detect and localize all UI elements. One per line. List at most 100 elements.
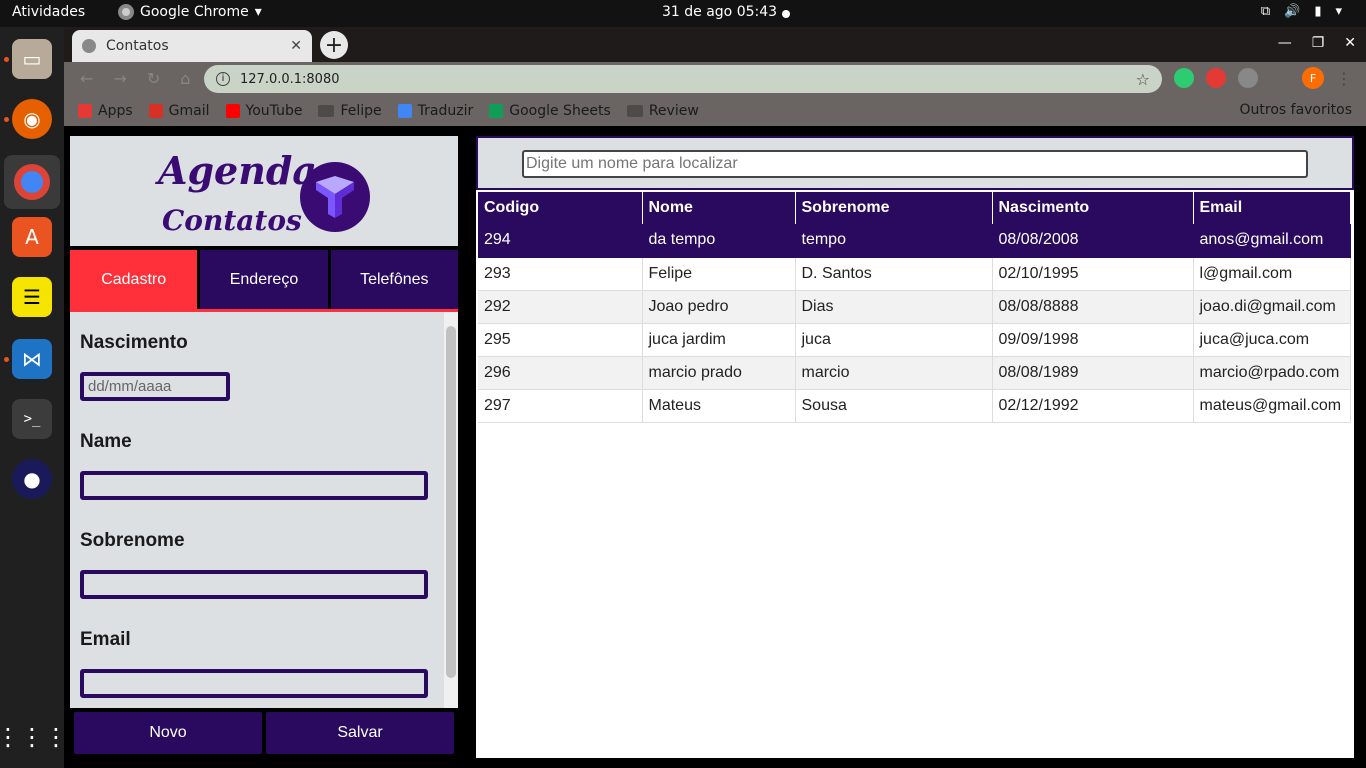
tab-telefones[interactable]: Telefônes [330, 250, 458, 309]
cell-sobrenome: tempo [795, 224, 993, 258]
table-header-row: Codigo Nome Sobrenome Nascimento Email [478, 192, 1351, 224]
info-icon[interactable]: i [216, 72, 230, 86]
star-icon[interactable]: ☆ [1136, 70, 1150, 89]
dock: ▭ ◉ A ☰ ⋈ >_ ● ⋮⋮⋮ [0, 27, 68, 768]
eyedropper-extension-icon[interactable] [1238, 68, 1258, 88]
form-tabs: Cadastro Endereço Telefônes [70, 250, 458, 312]
clock[interactable]: 31 de ago 05:43 [662, 4, 777, 20]
back-icon[interactable]: ← [80, 69, 93, 88]
cell-nome: Joao pedro [642, 290, 796, 324]
vscode-icon[interactable]: ⋈ [12, 339, 52, 379]
reload-icon[interactable]: ↻ [147, 69, 160, 88]
search-input[interactable] [522, 150, 1308, 178]
cell-sobrenome: Dias [795, 290, 993, 324]
bookmark-google-sheets[interactable]: Google Sheets [489, 103, 611, 119]
forward-icon[interactable]: → [113, 69, 126, 88]
running-indicator [4, 117, 9, 122]
bookmark-apps[interactable]: Apps [78, 103, 133, 119]
other-bookmarks[interactable]: Outros favoritos [1232, 102, 1353, 118]
notes-icon[interactable]: ☰ [12, 277, 52, 317]
app-menu-label: Google Chrome [140, 4, 249, 20]
scrollbar-thumb[interactable] [446, 326, 456, 678]
adblock-extension-icon[interactable] [1206, 68, 1226, 88]
show-apps-icon[interactable]: ⋮⋮⋮ [0, 717, 68, 757]
tab-title: Contatos [106, 38, 169, 54]
table-row[interactable]: 293 Felipe D. Santos 02/10/1995 l@gmail.… [478, 257, 1351, 291]
form-scrollbar[interactable] [444, 312, 458, 708]
chevron-down-icon: ▾ [1335, 4, 1342, 19]
browser-tab[interactable]: Contatos ✕ [72, 30, 312, 62]
column-header-email[interactable]: Email [1193, 192, 1351, 224]
tab-cadastro[interactable]: Cadastro [70, 250, 201, 309]
software-store-icon[interactable]: A [12, 217, 52, 257]
kebab-menu-icon[interactable]: ⋮ [1336, 69, 1352, 88]
cell-sobrenome: juca [795, 323, 993, 357]
terminal-icon[interactable]: >_ [12, 399, 52, 439]
contacts-panel: Codigo Nome Sobrenome Nascimento Email 2… [472, 132, 1358, 762]
activities-button[interactable]: Atividades [12, 4, 85, 20]
name-field[interactable] [80, 471, 428, 500]
minimize-icon[interactable]: — [1278, 35, 1292, 51]
system-tray[interactable]: ⧉ 🔊 ▮ ▾ [1261, 4, 1342, 19]
bookmark-traduzir[interactable]: Traduzir [397, 102, 474, 119]
tab-endereco[interactable]: Endereço [200, 250, 331, 309]
search-bar [476, 136, 1354, 190]
sheets-icon [489, 103, 504, 118]
bookmark-label: Traduzir [417, 102, 474, 119]
cell-nascimento: 08/08/1989 [992, 356, 1194, 390]
home-icon[interactable]: ⌂ [180, 69, 190, 88]
form-area: Nascimento dd/mm/aaaa Name Sobrenome Ema… [70, 312, 458, 708]
table-row[interactable]: 296 marcio prado marcio 08/08/1989 marci… [478, 356, 1351, 390]
firefox-icon[interactable]: ◉ [12, 99, 52, 139]
cell-email: l@gmail.com [1193, 257, 1351, 291]
bookmark-youtube[interactable]: YouTube [225, 103, 302, 119]
salvar-button[interactable]: Salvar [266, 712, 454, 754]
eclipse-icon[interactable]: ● [12, 459, 52, 499]
column-header-nome[interactable]: Nome [642, 192, 796, 224]
battery-icon: ▮ [1314, 4, 1322, 19]
column-header-sobrenome[interactable]: Sobrenome [795, 192, 993, 224]
app-menu[interactable]: Google Chrome ▾ [118, 4, 262, 20]
table-row[interactable]: 292 Joao pedro Dias 08/08/8888 joao.di@g… [478, 290, 1351, 324]
address-bar[interactable]: i 127.0.0.1:8080 ☆ [204, 65, 1162, 93]
profile-avatar[interactable]: F [1302, 67, 1324, 89]
browser-toolbar: ← → ↻ ⌂ i 127.0.0.1:8080 ☆ F ⋮ [64, 62, 1366, 95]
cell-email: mateus@gmail.com [1193, 389, 1351, 423]
folder-icon [318, 104, 335, 117]
logo-emblem-icon [300, 162, 370, 232]
column-header-codigo[interactable]: Codigo [478, 192, 643, 224]
table-row[interactable]: 294 da tempo tempo 08/08/2008 anos@gmail… [478, 224, 1351, 258]
chrome-dock-icon[interactable] [4, 155, 60, 209]
notification-dot [782, 10, 790, 18]
close-window-icon[interactable]: ✕ [1344, 35, 1356, 51]
cell-codigo: 294 [478, 224, 643, 258]
logo-subtitle: Contatos [162, 204, 302, 237]
sobrenome-field[interactable] [80, 570, 428, 599]
table-row[interactable]: 295 juca jardim juca 09/09/1998 juca@juc… [478, 323, 1351, 357]
puzzle-icon[interactable] [1270, 68, 1290, 88]
column-header-nascimento[interactable]: Nascimento [992, 192, 1194, 224]
apps-grid-icon [78, 103, 92, 118]
table-row[interactable]: 297 Mateus Sousa 02/12/1992 mateus@gmail… [478, 389, 1351, 423]
cell-nascimento: 08/08/2008 [992, 224, 1194, 258]
shield-extension-icon[interactable] [1174, 68, 1194, 88]
nascimento-field[interactable]: dd/mm/aaaa [80, 372, 230, 401]
extensions: F ⋮ [1174, 67, 1352, 89]
new-tab-button[interactable]: + [320, 31, 348, 59]
email-field[interactable] [80, 669, 428, 698]
bookmark-review[interactable]: Review [626, 103, 699, 119]
files-icon[interactable]: ▭ [12, 39, 52, 79]
cell-nome: juca jardim [642, 323, 796, 357]
name-label: Name [80, 431, 132, 452]
cell-sobrenome: Sousa [795, 389, 993, 423]
bookmark-label: Google Sheets [509, 102, 611, 119]
page-viewport: Agenda Contatos Cadastro Endereço Telefô… [64, 126, 1366, 768]
maximize-icon[interactable]: ❐ [1312, 35, 1325, 51]
bookmark-gmail[interactable]: Gmail [148, 103, 210, 119]
youtube-icon [225, 103, 240, 118]
novo-button[interactable]: Novo [74, 712, 262, 754]
close-tab-icon[interactable]: ✕ [290, 38, 302, 54]
bookmark-felipe[interactable]: Felipe [318, 103, 382, 119]
cell-codigo: 295 [478, 323, 643, 357]
cell-codigo: 293 [478, 257, 643, 291]
